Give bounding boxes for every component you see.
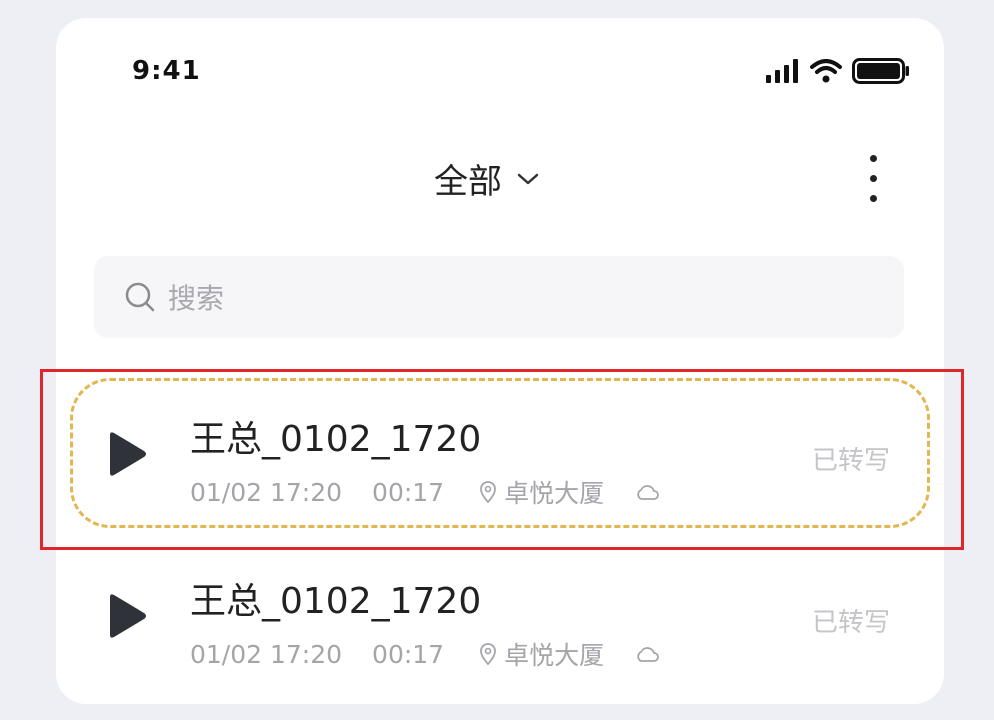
chevron-down-icon xyxy=(517,173,539,184)
signal-icon xyxy=(766,59,798,83)
search-input[interactable]: 搜索 xyxy=(94,256,904,338)
recording-list-item[interactable]: 王总_0102_1720 01/02 17:20 00:17 卓悦大厦 已转写 xyxy=(70,378,930,528)
recording-date: 01/02 17:20 xyxy=(190,639,343,669)
more-dot xyxy=(869,174,877,182)
search-icon xyxy=(125,282,155,312)
recording-title: 王总_0102_1720 xyxy=(190,581,482,622)
status-icons xyxy=(766,56,910,86)
more-vertical-icon xyxy=(869,154,877,162)
status-bar: 9:41 xyxy=(56,18,944,128)
more-options-button[interactable] xyxy=(858,148,888,208)
recording-meta: 01/02 17:20 00:17 卓悦大厦 xyxy=(190,636,660,672)
recording-location: 卓悦大厦 xyxy=(504,641,605,670)
wifi-icon xyxy=(810,59,842,83)
filter-dropdown[interactable]: 全部 xyxy=(434,154,540,203)
recording-meta: 01/02 17:20 00:17 卓悦大厦 xyxy=(190,474,660,510)
recording-duration: 00:17 xyxy=(372,639,445,669)
recording-duration: 00:17 xyxy=(372,477,445,507)
transcribed-status: 已转写 xyxy=(811,446,890,476)
play-icon[interactable] xyxy=(104,430,148,478)
search-placeholder: 搜索 xyxy=(168,282,225,315)
transcribed-status: 已转写 xyxy=(811,608,890,638)
battery-icon xyxy=(852,58,909,84)
status-time: 9:41 xyxy=(132,56,201,86)
app-card: 9:41 全部 搜索 王总_0102_1720 01/02 17:20 00:1… xyxy=(56,18,944,704)
location-pin-icon xyxy=(480,481,496,504)
header: 全部 xyxy=(56,148,944,218)
play-icon[interactable] xyxy=(104,592,148,640)
more-dot xyxy=(869,194,877,202)
location-pin-icon xyxy=(480,643,496,666)
recording-date: 01/02 17:20 xyxy=(190,477,343,507)
recording-location: 卓悦大厦 xyxy=(504,479,605,508)
cloud-icon xyxy=(637,647,659,662)
recording-title: 王总_0102_1720 xyxy=(190,419,482,460)
cloud-icon xyxy=(637,485,659,500)
recording-list-item[interactable]: 王总_0102_1720 01/02 17:20 00:17 卓悦大厦 已转写 xyxy=(70,540,930,690)
filter-label: 全部 xyxy=(434,162,502,202)
